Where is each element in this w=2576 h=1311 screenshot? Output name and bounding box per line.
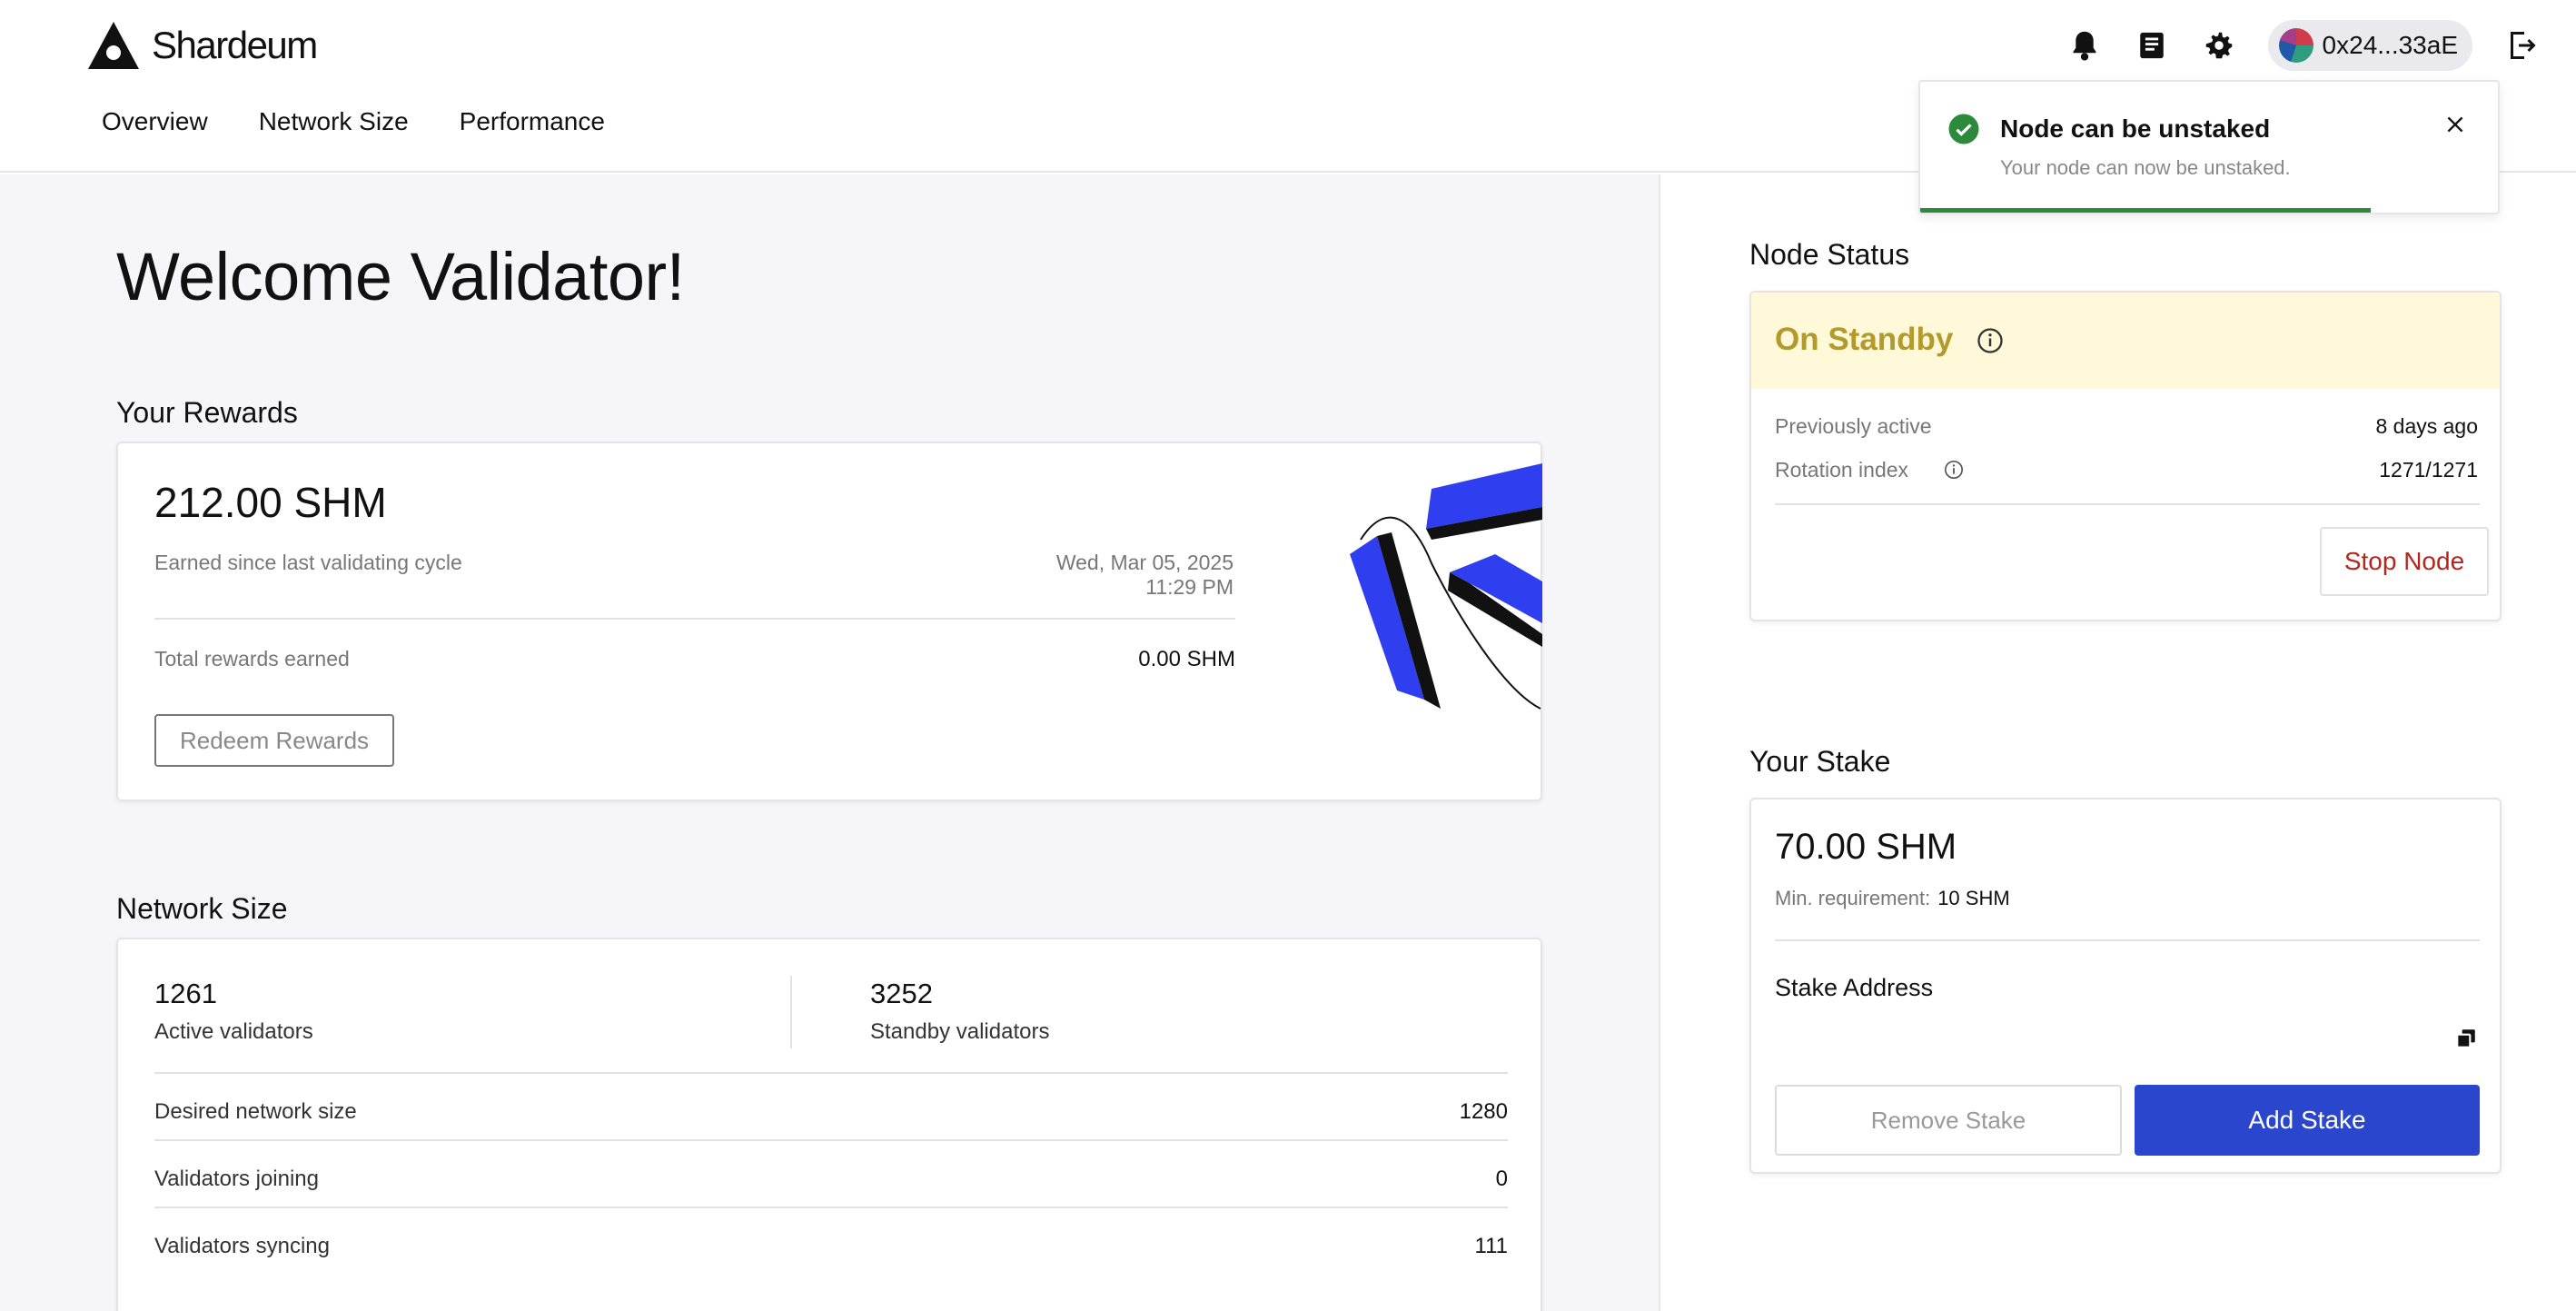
toast-message: Your node can now be unstaked. <box>2000 156 2291 179</box>
validators-syncing-value: 111 <box>1474 1234 1508 1258</box>
previously-active-label: Previously active <box>1775 414 1932 438</box>
logo-text: Shardeum <box>152 24 318 66</box>
copy-icon[interactable] <box>2454 1027 2478 1050</box>
validators-syncing-label: Validators syncing <box>154 1234 330 1258</box>
stake-section-title: Your Stake <box>1749 745 1891 778</box>
page-title: Welcome Validator! <box>116 239 685 314</box>
previously-active-value: 8 days ago <box>2375 414 2478 438</box>
min-requirement: Min. requirement: 10 SHM <box>1775 887 2010 910</box>
logout-icon[interactable] <box>2503 27 2540 64</box>
check-circle-icon <box>1948 114 1979 144</box>
validators-joining-label: Validators joining <box>154 1167 319 1191</box>
bell-icon[interactable] <box>2066 27 2103 64</box>
wallet-address: 0x24...33aE <box>2322 31 2458 59</box>
side-panel: Node Status On Standby Previously active… <box>1659 174 2576 1311</box>
main-nav: Overview Network Size Performance <box>102 107 605 136</box>
stake-divider <box>1775 939 2480 941</box>
rotation-info-icon[interactable] <box>1944 460 1964 480</box>
node-status-divider <box>1775 503 2480 505</box>
network-vertical-divider <box>790 976 792 1048</box>
active-validators-label: Active validators <box>154 1019 313 1044</box>
active-validators-count: 1261 <box>154 978 217 1009</box>
remove-stake-button[interactable]: Remove Stake <box>1775 1085 2122 1156</box>
book-icon[interactable] <box>2134 27 2170 64</box>
validators-joining-value: 0 <box>1495 1167 1508 1191</box>
total-rewards-value: 0.00 SHM <box>1138 647 1235 671</box>
standby-validators-label: Standby validators <box>870 1019 1050 1044</box>
toast-notification: Node can be unstaked Your node can now b… <box>1918 80 2500 214</box>
rewards-earned-label: Earned since last validating cycle <box>154 551 462 574</box>
node-status-text: On Standby <box>1775 322 1954 357</box>
desired-network-size-label: Desired network size <box>154 1099 357 1124</box>
desired-network-size-value: 1280 <box>1459 1099 1508 1124</box>
shardeum-logo[interactable]: Shardeum <box>86 20 318 71</box>
node-status-title: Node Status <box>1749 238 1910 271</box>
rewards-section-title: Your Rewards <box>116 396 298 429</box>
rewards-card: 212.00 SHM Earned since last validating … <box>116 442 1542 801</box>
total-rewards-label: Total rewards earned <box>154 647 350 670</box>
nav-network-size[interactable]: Network Size <box>259 107 409 136</box>
rewards-timestamp: Wed, Mar 05, 2025 11:29 PM <box>1055 551 1234 599</box>
stake-card: 70.00 SHM Min. requirement: 10 SHM Stake… <box>1749 798 2502 1174</box>
network-divider-1 <box>154 1072 1508 1074</box>
main-content: Welcome Validator! Your Rewards 212.00 S… <box>0 174 1659 1311</box>
stop-node-button[interactable]: Stop Node <box>2320 527 2489 596</box>
min-requirement-label: Min. requirement: <box>1775 887 1931 909</box>
rotation-index-label: Rotation index <box>1775 458 1909 482</box>
header-actions: 0x24...33aE <box>2066 20 2540 71</box>
min-requirement-value: 10 SHM <box>1937 887 2010 909</box>
info-icon[interactable] <box>1977 327 2004 354</box>
stake-address-label: Stake Address <box>1775 974 1934 1001</box>
add-stake-button[interactable]: Add Stake <box>2135 1085 2480 1156</box>
network-divider-3 <box>154 1207 1508 1208</box>
close-icon[interactable] <box>2443 113 2467 136</box>
nav-performance[interactable]: Performance <box>460 107 605 136</box>
redeem-rewards-button[interactable]: Redeem Rewards <box>154 714 394 767</box>
rewards-amount: 212.00 SHM <box>154 479 387 526</box>
gear-icon[interactable] <box>2201 27 2237 64</box>
rotation-index-value: 1271/1271 <box>2379 458 2478 482</box>
avatar <box>2278 28 2313 63</box>
stake-amount: 70.00 SHM <box>1775 827 1957 867</box>
toast-title: Node can be unstaked <box>2000 114 2271 143</box>
network-card: 1261 Active validators 3252 Standby vali… <box>116 938 1542 1311</box>
toast-progress-bar <box>1920 208 2372 213</box>
wallet-button[interactable]: 0x24...33aE <box>2267 20 2472 71</box>
network-divider-2 <box>154 1139 1508 1141</box>
standby-validators-count: 3252 <box>870 978 933 1009</box>
rewards-illustration <box>1350 463 1542 710</box>
network-section-title: Network Size <box>116 892 288 925</box>
status-banner: On Standby <box>1751 293 2500 389</box>
nav-overview[interactable]: Overview <box>102 107 208 136</box>
rewards-divider <box>154 618 1235 620</box>
shardeum-logo-icon <box>88 22 139 69</box>
node-status-card: On Standby Previously active 8 days ago … <box>1749 291 2502 621</box>
